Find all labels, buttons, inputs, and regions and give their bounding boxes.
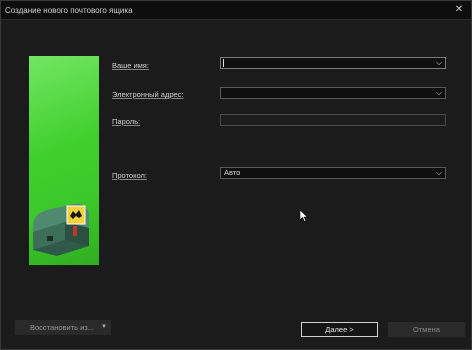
name-label: Ваше имя:: [112, 61, 149, 70]
password-label: Пароль:: [112, 117, 141, 126]
cancel-label: Отмена: [413, 325, 440, 334]
protocol-value: Авто: [224, 168, 241, 177]
password-field[interactable]: [220, 114, 446, 126]
close-button[interactable]: ✕: [451, 2, 467, 18]
chevron-down-icon[interactable]: ⌵: [434, 88, 444, 98]
mailbox-illustration: [29, 56, 99, 265]
protocol-label: Протокол:: [112, 171, 147, 180]
text-caret: [223, 59, 224, 67]
cancel-button[interactable]: Отмена: [388, 322, 465, 337]
name-field[interactable]: ⌵: [220, 57, 446, 69]
new-mailbox-dialog: Создание нового почтового ящика ✕ Ваше и…: [0, 0, 472, 350]
email-label: Электронный адрес:: [112, 90, 184, 99]
protocol-select[interactable]: Авто ⌵: [220, 167, 446, 179]
restore-from-label: Восстановить из...: [30, 323, 94, 332]
chevron-down-icon[interactable]: ▼: [101, 321, 107, 334]
window-title: Создание нового почтового ящика: [5, 6, 133, 15]
email-field[interactable]: ⌵: [220, 87, 446, 99]
close-icon: ✕: [454, 4, 464, 15]
title-bar: Создание нового почтового ящика ✕: [1, 1, 471, 20]
next-button[interactable]: Далее >: [301, 322, 378, 337]
mouse-pointer-icon: [300, 210, 308, 222]
chevron-down-icon[interactable]: ⌵: [434, 168, 444, 178]
chevron-down-icon[interactable]: ⌵: [434, 58, 444, 68]
next-label: Далее >: [325, 325, 354, 334]
restore-from-button[interactable]: Восстановить из... ▼: [15, 320, 111, 335]
